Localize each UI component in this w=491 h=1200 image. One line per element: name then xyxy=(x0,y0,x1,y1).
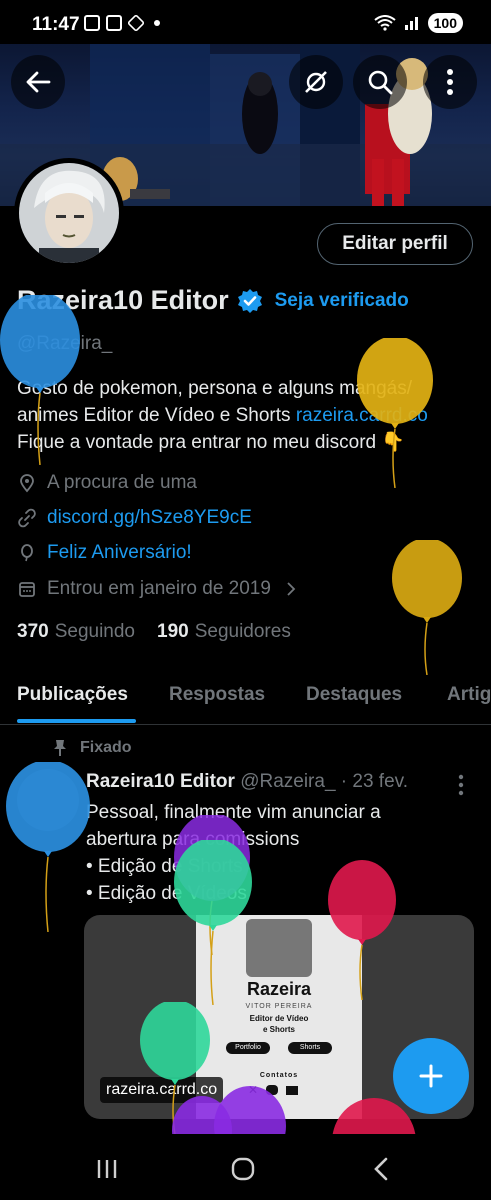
profile-avatar[interactable] xyxy=(14,158,124,268)
signal-icon xyxy=(404,17,418,30)
profile-tabs: Publicações Respostas Destaques Artigos xyxy=(0,668,491,725)
tab-articles[interactable]: Artigos xyxy=(447,684,491,706)
pin-icon xyxy=(54,740,66,756)
gallery-icon xyxy=(126,13,146,33)
website-link[interactable]: discord.gg/hSze8YE9cE xyxy=(47,507,252,529)
back-button[interactable] xyxy=(11,55,65,109)
more-options-button[interactable] xyxy=(423,55,477,109)
edit-profile-button[interactable]: Editar perfil xyxy=(317,223,473,265)
birthday-row: Feliz Aniversário! xyxy=(17,542,192,564)
search-icon xyxy=(368,70,393,95)
calendar-icon xyxy=(19,582,35,597)
post-author-name[interactable]: Razeira10 Editor xyxy=(86,771,235,792)
pinned-label: Fixado xyxy=(80,739,132,756)
balloon-yellow-1 xyxy=(357,338,433,488)
location-text: A procura de uma xyxy=(47,472,197,493)
post-handle-date: @Razeira_ · 23 fev. xyxy=(240,771,409,792)
tab-replies[interactable]: Respostas xyxy=(169,684,265,706)
card-portfolio-button: Portfolio xyxy=(226,1042,270,1054)
card-role-1: Editor de Vídeo xyxy=(249,1014,309,1023)
card-avatar-image xyxy=(246,919,312,977)
post-text-line: Pessoal, finalmente vim anunciar a xyxy=(86,802,381,823)
more-vertical-icon xyxy=(447,69,453,95)
plus-icon xyxy=(419,1064,443,1088)
balloon-blue-1 xyxy=(0,295,80,465)
balloon-icon xyxy=(21,544,33,562)
balloon-yellow-2 xyxy=(392,540,462,675)
followers-count: 190 xyxy=(157,621,189,642)
back-nav-icon[interactable] xyxy=(372,1156,390,1182)
more-notifications-icon xyxy=(154,20,160,26)
grok-icon xyxy=(305,71,327,93)
balloon-blue-2 xyxy=(6,762,90,932)
search-button[interactable] xyxy=(353,55,407,109)
active-tab-indicator xyxy=(17,719,136,723)
status-notification-icons xyxy=(84,13,160,33)
calendar-icon xyxy=(106,15,122,31)
card-role-2: e Shorts xyxy=(262,1025,295,1034)
wifi-icon xyxy=(374,15,396,31)
balloon-green-1 xyxy=(174,840,252,1005)
joined-row[interactable]: Entrou em janeiro de 2019 xyxy=(17,578,301,600)
post-text-line: abertura para comissions xyxy=(86,829,300,850)
following-stat[interactable]: 370 Seguindo xyxy=(17,621,135,643)
back-arrow-icon xyxy=(26,71,51,93)
compose-post-button[interactable] xyxy=(393,1038,469,1114)
following-label: Seguindo xyxy=(54,621,135,642)
location-pin-icon xyxy=(20,474,34,493)
link-icon xyxy=(18,508,36,528)
website-row: discord.gg/hSze8YE9cE xyxy=(17,507,252,529)
home-icon[interactable] xyxy=(230,1156,256,1182)
post-more-icon[interactable] xyxy=(458,774,464,796)
follow-stats: 370 Seguindo 190 Seguidores xyxy=(17,621,291,643)
status-bar: 11:47 100 xyxy=(0,0,491,44)
balloon-red-1 xyxy=(328,860,396,1000)
following-count: 370 xyxy=(17,621,49,642)
followers-stat[interactable]: 190 Seguidores xyxy=(157,621,291,643)
status-time: 11:47 xyxy=(32,14,80,35)
tab-posts[interactable]: Publicações xyxy=(17,684,128,706)
tab-highlights[interactable]: Destaques xyxy=(306,684,402,706)
battery-indicator: 100 xyxy=(427,13,463,33)
followers-label: Seguidores xyxy=(194,621,291,642)
verified-badge-icon xyxy=(237,288,262,313)
card-shorts-button: Shorts xyxy=(288,1042,332,1054)
system-navigation-bar xyxy=(0,1134,491,1200)
status-right: 100 xyxy=(374,13,463,33)
scan-icon xyxy=(84,15,100,31)
joined-text: Entrou em janeiro de 2019 xyxy=(47,578,271,599)
post-header: Razeira10 Editor @Razeira_ · 23 fev. xyxy=(86,771,408,793)
get-verified-link[interactable]: Seja verificado xyxy=(275,290,409,312)
grok-button[interactable] xyxy=(289,55,343,109)
chevron-right-icon xyxy=(287,582,296,596)
balloon-purple-2 xyxy=(172,1086,286,1134)
pinned-label-row: Fixado xyxy=(52,739,132,757)
birthday-text[interactable]: Feliz Aniversário! xyxy=(47,542,192,564)
avatar-illustration xyxy=(19,163,119,263)
recent-apps-icon[interactable] xyxy=(95,1158,119,1180)
location-row: A procura de uma xyxy=(17,472,197,494)
